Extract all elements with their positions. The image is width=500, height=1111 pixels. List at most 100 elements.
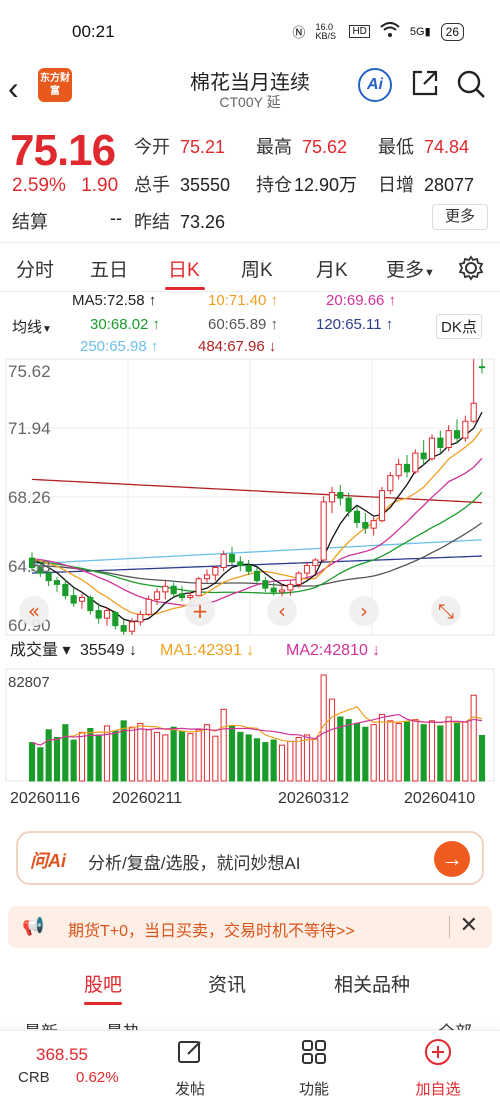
tab-monthly-k[interactable]: 月K [316, 255, 348, 282]
control-glyph: › [360, 599, 368, 623]
active-tab-indicator [165, 287, 205, 290]
field-low: 最低 74.84 [378, 133, 469, 159]
volume-bar [120, 720, 127, 782]
tab-intraday[interactable]: 分时 [16, 255, 54, 282]
add-watchlist-button[interactable]: 加自选 [408, 1037, 468, 1099]
status-bar: 00:21 Ⓝ 16.0 KB/S HD 5G▮ 26 [0, 0, 500, 62]
control-glyph: « [28, 599, 40, 623]
volume-bar [478, 734, 486, 782]
status-icons: Ⓝ 16.0 KB/S HD 5G▮ 26 [292, 22, 464, 41]
ma30-label: 30:68.02 ↑ [90, 316, 161, 333]
price-tick-label: 71.94 [8, 419, 51, 438]
volume-max-label: 82807 [8, 674, 50, 691]
field-daily-inc: 日增 28077 [378, 171, 474, 197]
ai-assistant-bar[interactable]: 问Ai 分析/复盘/选股，就问妙想AI → [16, 831, 484, 885]
volume-bar [362, 726, 369, 782]
volume-bar [203, 724, 211, 782]
tab-related[interactable]: 相关品种 [334, 970, 410, 997]
ma250-line [31, 539, 483, 565]
tab-weekly-k[interactable]: 周K [241, 255, 273, 282]
zoom-in-icon[interactable]: + [185, 596, 215, 626]
dk-selector[interactable]: DK点 [436, 314, 482, 339]
share-icon[interactable] [410, 68, 440, 98]
quote-panel: 75.16 2.59% 1.90 今开 75.21 最高 75.62 最低 74.84… [0, 120, 500, 242]
tab-forum[interactable]: 股吧 [84, 970, 122, 997]
ai-button[interactable]: Ai [358, 68, 392, 102]
candle-body [187, 595, 194, 598]
volume-value: 35550 [180, 175, 231, 195]
candle-body [428, 437, 436, 460]
date-tick-label: 20260410 [404, 790, 475, 807]
volume-bar [228, 725, 236, 782]
candle-body [62, 583, 69, 597]
oi-value: 12.90万 [294, 175, 358, 195]
search-icon[interactable] [455, 68, 487, 100]
field-oi: 持仓 12.90万 [256, 171, 357, 197]
candle-body [295, 572, 302, 585]
candle-body [212, 567, 219, 576]
tab-five-day[interactable]: 五日 [90, 255, 128, 282]
candle-body [178, 593, 186, 598]
tab-daily-k[interactable]: 日K [168, 255, 200, 282]
ma484-line [31, 478, 483, 504]
volume-bar [78, 731, 86, 782]
edit-icon [178, 1041, 201, 1063]
volume-ma1: MA1:42391 ↓ [160, 642, 254, 659]
candle-body [270, 587, 277, 593]
volume-bar [53, 736, 61, 782]
more-button[interactable]: 更多 [432, 204, 488, 230]
field-open: 今开 75.21 [134, 133, 225, 159]
volume-bar [45, 729, 52, 782]
promo-notice[interactable]: 📢 期货T+0，当日买卖，交易时机不等待>> ✕ [8, 906, 492, 948]
date-tick-label: 20260211 [112, 790, 182, 807]
candle-body [112, 612, 119, 627]
volume-bar [212, 735, 219, 782]
grid-icon [302, 1040, 326, 1064]
candle-body [237, 561, 244, 567]
candle-body [362, 522, 369, 529]
candle-body [128, 621, 136, 632]
ma-lines [31, 411, 483, 623]
caret-down-icon: ▼ [424, 267, 435, 279]
volume-bar [403, 721, 411, 782]
close-icon[interactable]: ✕ [460, 912, 478, 938]
fullscreen-icon[interactable]: ⤡ [431, 596, 461, 626]
prev-icon[interactable]: ‹ [267, 596, 297, 626]
settle-value: -- [110, 208, 122, 228]
daily-inc-value: 28077 [424, 175, 475, 195]
high-value: 75.62 [302, 137, 348, 157]
tab-more[interactable]: 更多▼ [386, 255, 435, 282]
post-button[interactable]: 发帖 [160, 1037, 220, 1099]
arrow-right-icon[interactable]: → [434, 841, 470, 877]
volume-bar [262, 742, 269, 782]
settings-icon[interactable] [458, 255, 484, 281]
volume-bar [428, 720, 436, 782]
kline-chart[interactable]: 75.6271.9468.2664.5860.90 «+ ‹ › ⤡ 成交量 ▾ 355… [0, 355, 500, 815]
network-speed: 16.0 KB/S [315, 21, 336, 41]
nfc-icon: Ⓝ [292, 25, 306, 40]
low-label: 最低 [378, 137, 414, 157]
next-icon[interactable]: › [349, 596, 379, 626]
volume-bar [162, 734, 169, 782]
caret-down-icon: ▼ [42, 324, 52, 335]
price-tick-label: 75.62 [8, 362, 51, 381]
volume-bar [170, 726, 177, 782]
candle-body [137, 613, 144, 623]
candle-body [145, 598, 152, 615]
volume-bar [445, 716, 452, 782]
tab-news[interactable]: 资讯 [208, 970, 246, 997]
change-pct: 2.59% [12, 175, 66, 196]
candle-body [203, 574, 211, 580]
crb-value[interactable]: 368.55 [36, 1045, 88, 1065]
ma-selector[interactable]: 均线▼ [12, 316, 52, 337]
volume-bar [270, 739, 277, 782]
zoom-back-icon[interactable]: « [19, 596, 49, 626]
crb-change[interactable]: 0.62% [76, 1069, 119, 1086]
change-value: 1.90 [81, 175, 119, 196]
date-tick-label: 20260312 [278, 790, 349, 807]
volume-bar [295, 736, 302, 782]
volume-bar [345, 719, 352, 782]
features-button[interactable]: 功能 [284, 1037, 344, 1099]
crb-name[interactable]: CRB [18, 1069, 50, 1086]
volume-bar [303, 734, 311, 782]
